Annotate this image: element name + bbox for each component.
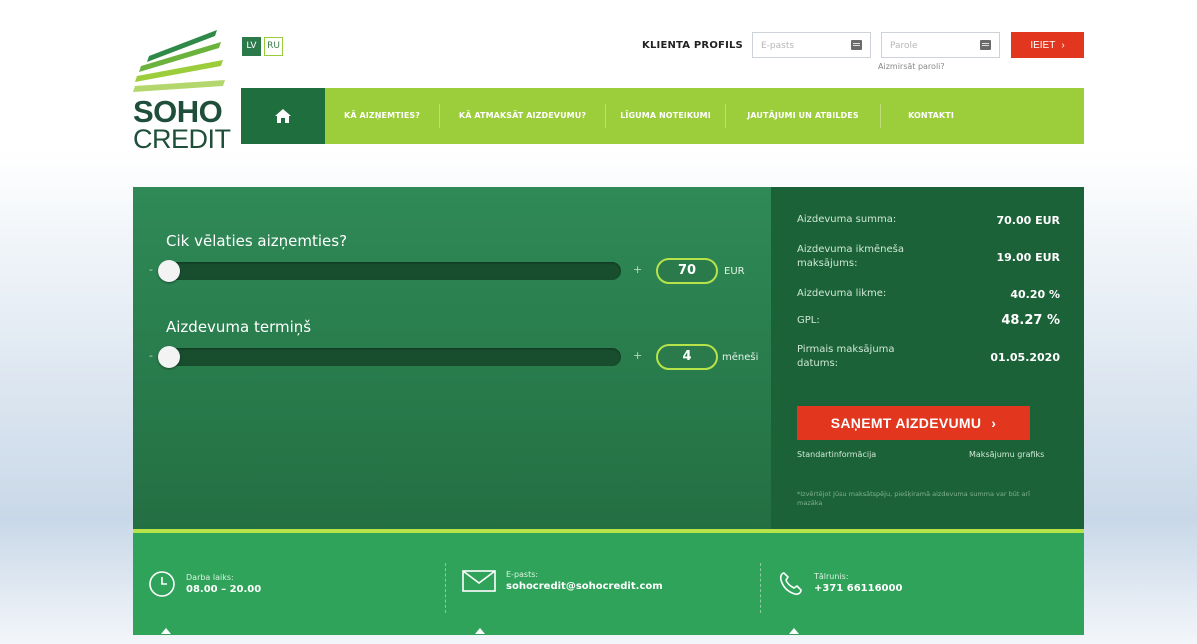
term-slider-handle[interactable]: [158, 346, 180, 368]
standard-info-link[interactable]: Standartinformācija: [797, 450, 876, 459]
nav-item-how-to-repay[interactable]: KĀ ATMAKSĀT AIZDEVUMU?: [440, 104, 606, 128]
summary-row: Aizdevuma ikmēneša maksājums: 19.00 EUR: [797, 243, 1060, 271]
hours-value: 08.00 – 20.00: [186, 584, 262, 595]
amount-unit: EUR: [724, 266, 745, 277]
phone-info: Tālrunis: +371 66116000: [778, 570, 902, 596]
chevron-right-icon: ›: [1061, 39, 1065, 51]
phone-icon: [779, 572, 802, 595]
nav-home[interactable]: [241, 88, 325, 144]
forgot-password-link[interactable]: Aizmirsāt paroli?: [878, 62, 945, 71]
keyboard-icon[interactable]: [980, 40, 991, 50]
password-field[interactable]: [881, 32, 1000, 58]
amount-title: Cik vēlaties aizņemties?: [166, 232, 348, 250]
summary-value: 40.20 %: [1010, 287, 1060, 301]
term-value[interactable]: 4: [656, 344, 718, 370]
hours-label: Darba laiks:: [186, 573, 234, 582]
term-plus[interactable]: +: [633, 349, 642, 362]
summary-label: GPL:: [797, 314, 820, 326]
term-minus[interactable]: -: [149, 349, 153, 362]
term-slider-track[interactable]: [158, 348, 621, 366]
amount-minus[interactable]: -: [149, 263, 153, 276]
get-loan-button[interactable]: SAŅEMT AIZDEVUMU ›: [797, 406, 1030, 440]
summary-row: GPL: 48.27 %: [797, 313, 1060, 328]
login-button[interactable]: IEIET ›: [1011, 32, 1084, 58]
amount-slider-track[interactable]: [158, 262, 621, 280]
amount-slider-handle[interactable]: [158, 260, 180, 282]
email-info: E-pasts: sohocredit@sohocredit.com: [462, 570, 663, 592]
divider: [445, 563, 446, 613]
keyboard-icon[interactable]: [851, 40, 862, 50]
soho-credit-logo[interactable]: SOHO CREDIT: [133, 30, 233, 155]
client-profile-label: KLIENTA PROFILS: [642, 40, 743, 51]
lang-ru[interactable]: RU: [264, 37, 283, 56]
summary-value: 01.05.2020: [990, 350, 1060, 364]
lang-lv[interactable]: LV: [242, 37, 261, 56]
summary-row: Aizdevuma likme: 40.20 %: [797, 287, 1060, 301]
summary-label: Aizdevuma ikmēneša maksājums:: [797, 244, 904, 269]
payment-schedule-link[interactable]: Maksājumu grafiks: [969, 450, 1044, 459]
summary-label: Aizdevuma likme:: [797, 288, 887, 299]
phone-label: Tālrunis:: [814, 572, 849, 581]
summary-label: Pirmais maksājuma datums:: [797, 344, 895, 369]
summary-row: Pirmais maksājuma datums: 01.05.2020: [797, 343, 1060, 371]
working-hours: Darba laiks: 08.00 – 20.00: [148, 570, 261, 598]
nav-item-contacts[interactable]: KONTAKTI: [881, 104, 981, 128]
email-input[interactable]: [753, 34, 843, 58]
logo-credit: CREDIT: [133, 124, 231, 154]
nav-item-terms[interactable]: LĪGUMA NOTEIKUMI: [606, 104, 726, 128]
home-icon: [275, 109, 291, 123]
term-title: Aizdevuma termiņš: [166, 318, 312, 336]
email-field[interactable]: [752, 32, 871, 58]
language-switch: LV RU: [242, 37, 283, 56]
tab-notch: [475, 628, 485, 634]
tab-notch: [789, 628, 799, 634]
disclaimer: *Izvērtējot Jūsu maksātspēju, piešķiramā…: [797, 490, 1030, 507]
login-button-label: IEIET: [1030, 39, 1056, 51]
nav-item-how-to-borrow[interactable]: KĀ AIZŅEMTIES?: [325, 104, 440, 128]
amount-value[interactable]: 70: [656, 258, 718, 284]
get-loan-label: SAŅEMT AIZDEVUMU: [830, 415, 982, 431]
summary-label: Aizdevuma summa:: [797, 214, 897, 225]
tab-notch: [161, 628, 171, 634]
divider: [760, 563, 761, 613]
nav-item-faq[interactable]: JAUTĀJUMI UN ATBILDES: [726, 104, 881, 128]
envelope-icon: [462, 570, 496, 592]
term-unit: mēneši: [722, 352, 759, 363]
email-value[interactable]: sohocredit@sohocredit.com: [506, 581, 663, 592]
summary-value: 19.00 EUR: [996, 250, 1060, 264]
main-nav: KĀ AIZŅEMTIES? KĀ ATMAKSĀT AIZDEVUMU? LĪ…: [241, 88, 1084, 144]
email-label: E-pasts:: [506, 570, 539, 579]
amount-plus[interactable]: +: [633, 263, 642, 276]
summary-value: 48.27 %: [1001, 313, 1060, 328]
password-input[interactable]: [882, 34, 972, 58]
phone-value[interactable]: +371 66116000: [814, 583, 902, 594]
clock-icon: [149, 571, 175, 597]
summary-value: 70.00 EUR: [996, 213, 1060, 227]
logo-stripes-icon: [133, 30, 225, 92]
chevron-right-icon: ›: [991, 415, 997, 431]
summary-row: Aizdevuma summa: 70.00 EUR: [797, 213, 1060, 227]
logo-soho: SOHO: [133, 94, 223, 129]
